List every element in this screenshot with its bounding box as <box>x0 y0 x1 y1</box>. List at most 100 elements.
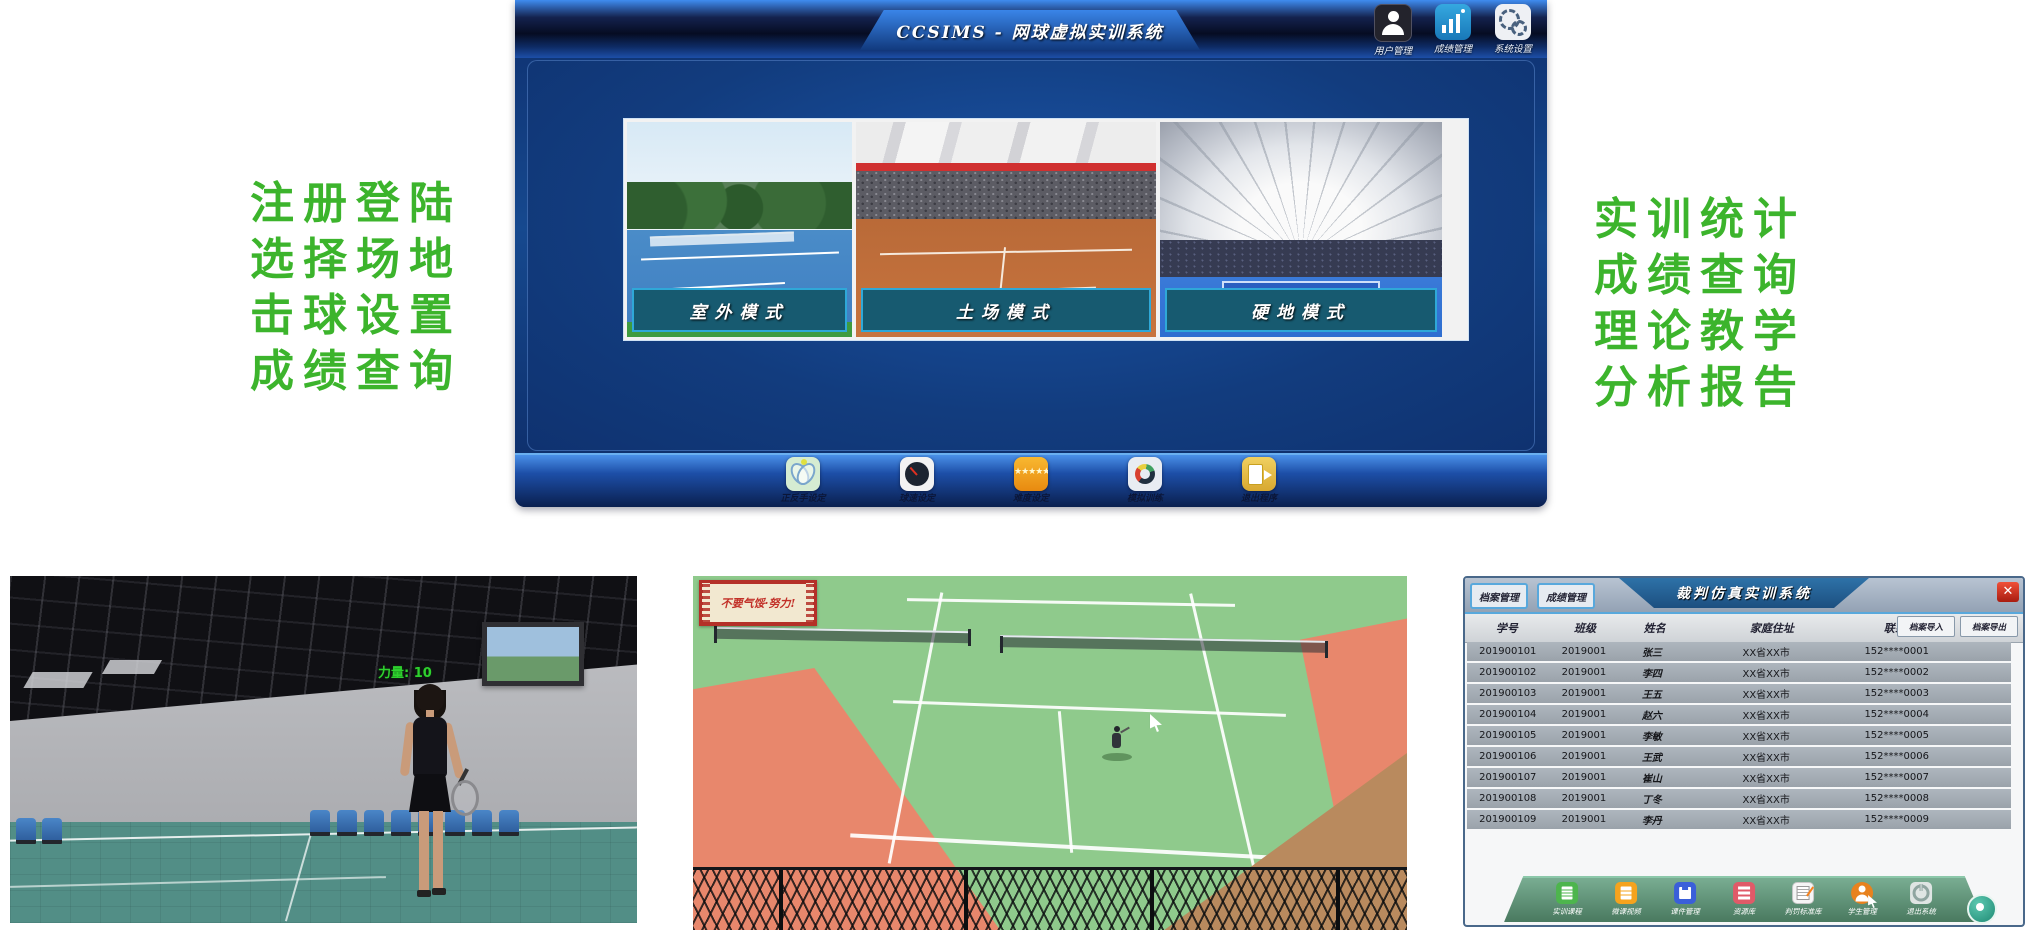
racket-head <box>451 780 479 816</box>
dock-student-management[interactable]: 学生管理 <box>1839 882 1885 922</box>
exit-program-button[interactable]: 退出程序 <box>1236 457 1282 507</box>
avatar-shoe <box>417 890 431 897</box>
cell-name: 丁冬 <box>1619 791 1684 806</box>
cell-student-id: 201900103 <box>1467 688 1549 699</box>
trees <box>627 182 852 229</box>
player-avatar[interactable] <box>395 684 465 919</box>
difficulty-setting-button[interactable]: ★★★★★ 难度设定 <box>1008 457 1054 507</box>
chair <box>499 810 519 836</box>
mode-card-hard[interactable]: 硬地模式 <box>1160 122 1442 337</box>
skylight <box>23 672 92 688</box>
player-body <box>1112 733 1121 748</box>
dock-micro-video[interactable]: 微课视频 <box>1603 882 1649 922</box>
mode-card-clay[interactable]: 土场模式 <box>856 122 1156 337</box>
cell-name: 李四 <box>1619 665 1684 680</box>
table-row[interactable]: 2019001052019001李敏XX省XX市152****0005 <box>1467 726 2011 745</box>
cell-address: XX省XX市 <box>1685 791 1848 806</box>
simulation-training-label: 模拟训练 <box>1122 491 1168 504</box>
screenshot-canvas: CCSIMS - 网球虚拟实训系统 用户管理 成绩管理 系统设置 <box>0 0 2038 930</box>
system-settings-label: 系统设置 <box>1491 41 1535 55</box>
table-row[interactable]: 2019001092019001李丹XX省XX市152****0009 <box>1467 810 2011 829</box>
mode-label-clay[interactable]: 土场模式 <box>861 288 1151 332</box>
dock-label: 退出系统 <box>1900 906 1942 916</box>
cell-address: XX省XX市 <box>1685 728 1848 743</box>
fence-post <box>1150 870 1154 930</box>
gauge-icon <box>1128 457 1162 491</box>
cell-class: 2019001 <box>1549 688 1620 699</box>
cell-class: 2019001 <box>1549 667 1620 678</box>
avatar-shoe <box>432 888 446 895</box>
court-line <box>1190 593 1257 870</box>
table-row[interactable]: 2019001062019001王武XX省XX市152****0006 <box>1467 747 2011 766</box>
feature-line: 击球设置 <box>250 288 462 344</box>
fence-post <box>964 870 968 930</box>
banner-text: 不要气馁·努力! <box>721 595 796 611</box>
cell-name: 王武 <box>1619 749 1684 764</box>
cell-name: 王五 <box>1619 686 1684 701</box>
cell-class: 2019001 <box>1549 814 1620 825</box>
table-row[interactable]: 2019001082019001丁冬XX省XX市152****0008 <box>1467 789 2011 808</box>
ball-speed-setting-label: 球速设定 <box>894 491 940 504</box>
titlebar-icons: 用户管理 成绩管理 系统设置 <box>1371 4 1535 57</box>
tab-archive-management[interactable]: 档案管理 <box>1470 583 1528 609</box>
notepad-pencil-icon <box>1792 882 1814 904</box>
table-body: 2019001012019001张三XX省XX市152****0001 2019… <box>1467 642 2011 831</box>
archive-export-button[interactable]: 档案导出 <box>1960 616 2018 637</box>
chair <box>364 810 384 836</box>
fence-post <box>1336 870 1340 930</box>
system-settings-button[interactable]: 系统设置 <box>1491 4 1535 57</box>
court-line <box>285 830 313 922</box>
mode-card-outdoor[interactable]: 室外模式 <box>627 122 852 337</box>
cell-student-id: 201900108 <box>1467 793 1549 804</box>
close-icon[interactable]: ✕ <box>1997 582 2019 602</box>
table-row[interactable]: 2019001012019001张三XX省XX市152****0001 <box>1467 642 2011 661</box>
dock-label: 学生管理 <box>1841 906 1883 916</box>
cell-contact: 152****0008 <box>1848 793 1946 804</box>
player-character[interactable] <box>1100 725 1140 765</box>
mouse-cursor <box>1150 714 1162 732</box>
dock-training-course[interactable]: 实训课程 <box>1544 882 1590 922</box>
user-management-button[interactable]: 用户管理 <box>1371 4 1415 57</box>
mode-label-hard[interactable]: 硬地模式 <box>1165 288 1437 332</box>
table-row[interactable]: 2019001022019001李四XX省XX市152****0002 <box>1467 663 2011 682</box>
cell-class: 2019001 <box>1549 793 1620 804</box>
tab-score-management[interactable]: 成绩管理 <box>1537 583 1595 609</box>
table-row[interactable]: 2019001042019001赵六XX省XX市152****0004 <box>1467 705 2011 724</box>
cell-contact: 152****0002 <box>1848 667 1946 678</box>
mode-label-outdoor[interactable]: 室外模式 <box>632 288 847 332</box>
chair <box>310 810 330 836</box>
cell-class: 2019001 <box>1549 646 1620 657</box>
dock-resource-library[interactable]: 资源库 <box>1721 882 1767 922</box>
app-title: CCSIMS - 网球虚拟实训系统 <box>860 10 1200 50</box>
player-shadow <box>1102 753 1132 761</box>
floating-assistant-icon[interactable] <box>1967 894 1997 924</box>
cell-address: XX省XX市 <box>1685 749 1848 764</box>
dock-exit-system[interactable]: 退出系统 <box>1898 882 1944 922</box>
net-post <box>968 629 971 646</box>
chairs <box>16 818 62 844</box>
cell-address: XX省XX市 <box>1685 686 1848 701</box>
dock-penalty-standards[interactable]: 判罚标准库 <box>1780 882 1826 922</box>
cell-class: 2019001 <box>1549 709 1620 720</box>
column-name: 姓名 <box>1621 620 1688 636</box>
archive-import-button[interactable]: 档案导入 <box>1897 616 1955 637</box>
simulation-training-button[interactable]: 模拟训练 <box>1122 457 1168 507</box>
stars-icon: ★★★★★ <box>1014 457 1048 491</box>
right-feature-list: 实训统计 成绩查询 理论教学 分析报告 <box>1594 192 1806 416</box>
stroke-setting-button[interactable]: 正反手设定 <box>780 457 826 507</box>
indoor-court-scene: 力量: 10 <box>10 576 637 923</box>
person-cursor-icon <box>1851 882 1873 904</box>
outdoor-court-scene: 不要气馁·努力! <box>693 576 1407 930</box>
records-window: 档案管理 成绩管理 裁判仿真实训系统 ✕ 学号 班级 姓名 家庭住址 联系方式 … <box>1463 576 2025 927</box>
ball-speed-setting-button[interactable]: 球速设定 <box>894 457 940 507</box>
dock-courseware[interactable]: 课件管理 <box>1662 882 1708 922</box>
score-management-button[interactable]: 成绩管理 <box>1431 4 1475 57</box>
bottom-dock: 实训课程 微课视频 课件管理 资源库 判罚标准库 学生管理 <box>1504 876 1984 922</box>
feature-line: 实训统计 <box>1594 192 1806 248</box>
score-management-label: 成绩管理 <box>1431 41 1475 55</box>
table-row[interactable]: 2019001072019001崔山XX省XX市152****0007 <box>1467 768 2011 787</box>
user-management-label: 用户管理 <box>1371 43 1415 57</box>
table-row[interactable]: 2019001032019001王五XX省XX市152****0003 <box>1467 684 2011 703</box>
canopy <box>856 122 1156 165</box>
player-racket <box>1120 726 1130 733</box>
